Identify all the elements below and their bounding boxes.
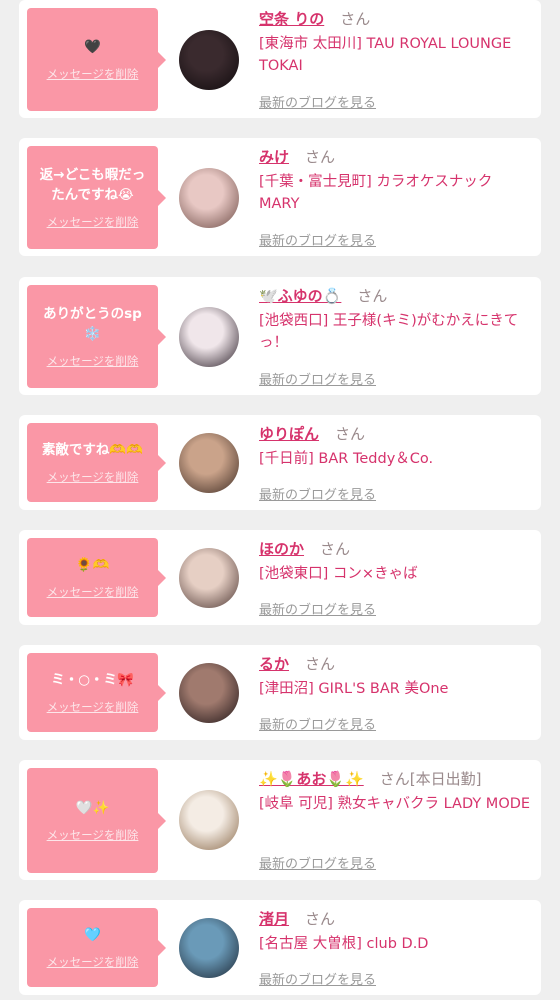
message-bubble: 🤍✨ メッセージを削除: [27, 768, 166, 873]
status-label: [本日出勤]: [409, 770, 482, 788]
latest-blog-link[interactable]: 最新のブログを見る: [259, 92, 376, 111]
honorific: さん: [357, 287, 388, 305]
cast-name-link[interactable]: ゆりぽん: [259, 425, 319, 443]
latest-blog-link[interactable]: 最新のブログを見る: [259, 969, 376, 988]
cast-name-link[interactable]: 🕊️ふゆの💍: [259, 287, 341, 305]
shop-info: [池袋西口] 王子様(キミ)がむかえにきてっ！: [259, 313, 519, 351]
message-card: ありがとうのsp❄️ メッセージを削除 🕊️ふゆの💍 さん [池袋西口] 王子様(…: [19, 277, 541, 395]
message-card: ミ・○・ミ🎀 メッセージを削除 るか さん [津田沼] GIRL'S BAR 美O…: [19, 645, 541, 740]
message-bubble: ミ・○・ミ🎀 メッセージを削除: [27, 653, 166, 732]
cast-info: 渚月 さん [名古屋 大曽根] club D.D: [259, 908, 535, 955]
latest-blog-link[interactable]: 最新のブログを見る: [259, 853, 376, 872]
shop-info: [岐阜 可児] 熟女キャバクラ LADY MODE: [259, 796, 531, 812]
avatar[interactable]: [179, 548, 239, 608]
honorific: さん: [305, 655, 336, 673]
cast-name-link[interactable]: みけ: [259, 148, 289, 166]
cast-info: ほのか さん [池袋東口] コン×きゃば: [259, 538, 535, 585]
message-text: 🩵: [84, 927, 101, 943]
cast-info: ゆりぽん さん [千日前] BAR Teddy＆Co.: [259, 423, 535, 470]
delete-message-link[interactable]: メッセージを削除: [47, 353, 139, 369]
delete-message-link[interactable]: メッセージを削除: [47, 214, 139, 230]
cast-info: 🕊️ふゆの💍 さん [池袋西口] 王子様(キミ)がむかえにきてっ！: [259, 285, 535, 354]
latest-blog-link[interactable]: 最新のブログを見る: [259, 714, 376, 733]
message-text: 🌻🫶: [75, 557, 110, 573]
delete-message-link[interactable]: メッセージを削除: [47, 827, 139, 843]
honorific: さん: [335, 425, 366, 443]
message-bubble: 🩵 メッセージを削除: [27, 908, 166, 987]
avatar[interactable]: [179, 663, 239, 723]
cast-info: 空条 りの さん [東海市 太田川] TAU ROYAL LOUNGE TOKAI: [259, 8, 535, 77]
honorific: さん: [379, 770, 410, 788]
message-text: ミ・○・ミ🎀: [51, 672, 134, 688]
cast-name-link[interactable]: ✨🌷あお🌷✨: [259, 770, 364, 788]
latest-blog-link[interactable]: 最新のブログを見る: [259, 230, 376, 249]
message-card: 🌻🫶 メッセージを削除 ほのか さん [池袋東口] コン×きゃば 最新のブログを見…: [19, 530, 541, 625]
message-card: 返→どこも暇だったんですね😭 メッセージを削除 みけ さん [千葉・富士見町] カ…: [19, 138, 541, 256]
cast-name-link[interactable]: るか: [259, 655, 289, 673]
message-text: 🤍✨: [75, 800, 110, 816]
delete-message-link[interactable]: メッセージを削除: [47, 699, 139, 715]
avatar[interactable]: [179, 433, 239, 493]
message-bubble: 🖤 メッセージを削除: [27, 8, 166, 111]
avatar[interactable]: [179, 30, 239, 90]
avatar[interactable]: [179, 790, 239, 850]
delete-message-link[interactable]: メッセージを削除: [47, 584, 139, 600]
delete-message-link[interactable]: メッセージを削除: [47, 469, 139, 485]
cast-name-link[interactable]: ほのか: [259, 540, 304, 558]
message-text: 返→どこも暇だったんですね😭: [39, 167, 146, 203]
message-text: ありがとうのsp❄️: [43, 306, 142, 342]
avatar[interactable]: [179, 307, 239, 367]
honorific: さん: [320, 540, 351, 558]
shop-info: [津田沼] GIRL'S BAR 美One: [259, 681, 449, 697]
message-card: 素敵ですね🫶🫶 メッセージを削除 ゆりぽん さん [千日前] BAR Teddy＆…: [19, 415, 541, 510]
latest-blog-link[interactable]: 最新のブログを見る: [259, 599, 376, 618]
latest-blog-link[interactable]: 最新のブログを見る: [259, 484, 376, 503]
cast-info: ✨🌷あお🌷✨ さん[本日出勤] [岐阜 可児] 熟女キャバクラ LADY MODE: [259, 768, 535, 815]
shop-info: [千葉・富士見町] カラオケスナック MARY: [259, 174, 493, 212]
message-text: 素敵ですね🫶🫶: [41, 442, 144, 458]
message-bubble: 🌻🫶 メッセージを削除: [27, 538, 166, 617]
delete-message-link[interactable]: メッセージを削除: [47, 954, 139, 970]
shop-info: [東海市 太田川] TAU ROYAL LOUNGE TOKAI: [259, 36, 512, 74]
cast-name-link[interactable]: 空条 りの: [259, 10, 324, 28]
message-bubble: 返→どこも暇だったんですね😭 メッセージを削除: [27, 146, 166, 249]
latest-blog-link[interactable]: 最新のブログを見る: [259, 369, 376, 388]
honorific: さん: [305, 910, 336, 928]
shop-info: [池袋東口] コン×きゃば: [259, 566, 418, 582]
delete-message-link[interactable]: メッセージを削除: [47, 66, 139, 82]
message-text: 🖤: [84, 39, 101, 55]
honorific: さん: [305, 148, 336, 166]
cast-info: みけ さん [千葉・富士見町] カラオケスナック MARY: [259, 146, 535, 215]
message-bubble: 素敵ですね🫶🫶 メッセージを削除: [27, 423, 166, 502]
honorific: さん: [340, 10, 371, 28]
cast-info: るか さん [津田沼] GIRL'S BAR 美One: [259, 653, 535, 700]
shop-info: [名古屋 大曽根] club D.D: [259, 936, 429, 952]
avatar[interactable]: [179, 168, 239, 228]
cast-name-link[interactable]: 渚月: [259, 910, 289, 928]
message-card: 🤍✨ メッセージを削除 ✨🌷あお🌷✨ さん[本日出勤] [岐阜 可児] 熟女キャバ…: [19, 760, 541, 880]
avatar[interactable]: [179, 918, 239, 978]
shop-info: [千日前] BAR Teddy＆Co.: [259, 451, 434, 467]
message-card: 🩵 メッセージを削除 渚月 さん [名古屋 大曽根] club D.D 最新のブロ…: [19, 900, 541, 995]
message-bubble: ありがとうのsp❄️ メッセージを削除: [27, 285, 166, 388]
message-card: 🖤 メッセージを削除 空条 りの さん [東海市 太田川] TAU ROYAL L…: [19, 0, 541, 118]
